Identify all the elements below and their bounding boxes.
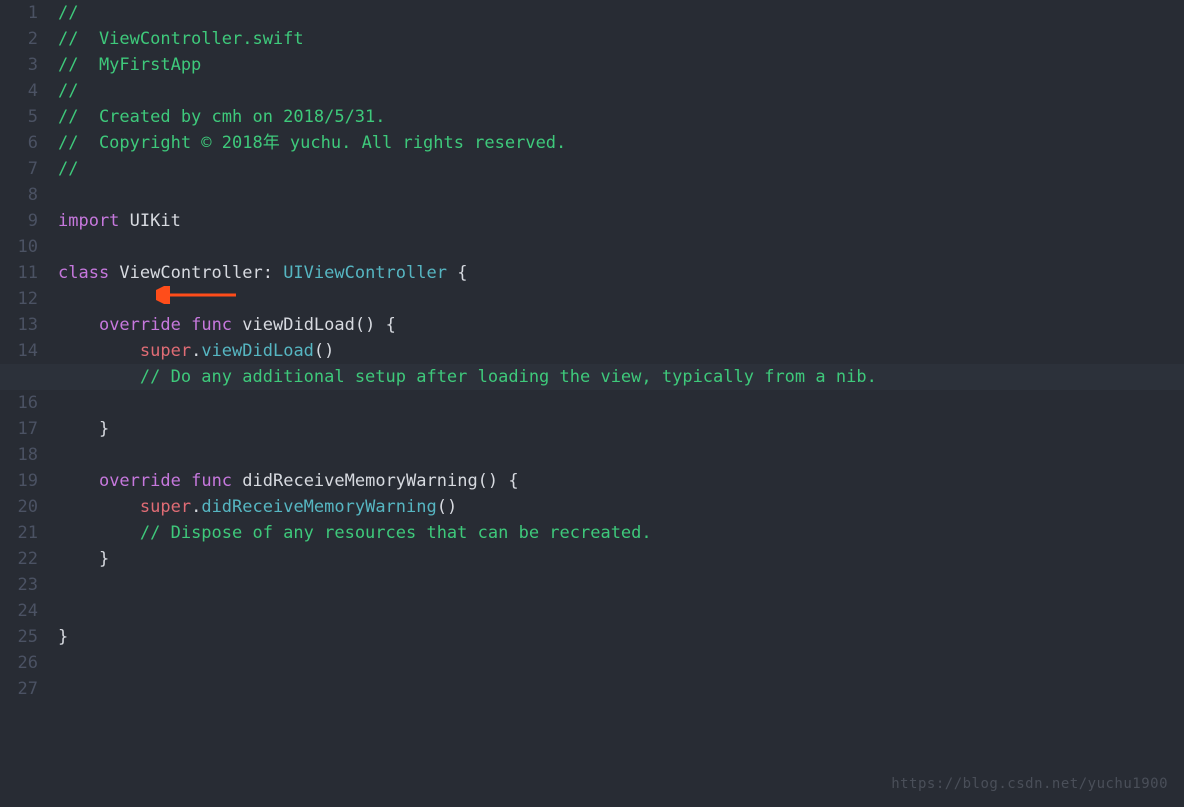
code-line[interactable] [48,286,1184,312]
code-token: } [58,419,109,439]
code-token [58,315,99,335]
line-number: 2 [0,26,38,52]
code-line[interactable] [48,572,1184,598]
code-token: } [58,549,109,569]
code-line[interactable]: } [48,416,1184,442]
code-token: viewDidLoad [201,341,314,361]
code-line[interactable]: super.didReceiveMemoryWarning() [48,494,1184,520]
line-number: 19 [0,468,38,494]
code-token: { [447,263,467,283]
line-number: 20 [0,494,38,520]
code-token: UIKit [119,211,180,231]
line-number: 4 [0,78,38,104]
code-token [58,367,140,387]
line-number: 7 [0,156,38,182]
watermark-text: https://blog.csdn.net/yuchu1900 [891,771,1168,797]
code-token: super [140,497,191,517]
code-token: viewDidLoad() { [232,315,396,335]
code-token: . [191,497,201,517]
code-line[interactable]: // [48,156,1184,182]
code-token [181,315,191,335]
code-token: // MyFirstApp [58,55,201,75]
line-number: 16 [0,390,38,416]
line-number: 9 [0,208,38,234]
line-number: 25 [0,624,38,650]
code-line[interactable] [48,650,1184,676]
line-number: 12 [0,286,38,312]
code-token: // [58,81,78,101]
code-token: // [58,159,78,179]
code-token: // [58,3,78,23]
code-line[interactable]: override func viewDidLoad() { [48,312,1184,338]
code-token: // Copyright © 2018年 yuchu. All rights r… [58,133,566,153]
code-line[interactable]: // [48,0,1184,26]
code-line[interactable] [48,234,1184,260]
code-token: didReceiveMemoryWarning [201,497,436,517]
line-number: 10 [0,234,38,260]
code-token [58,471,99,491]
code-area[interactable]: // // ViewController.swift // MyFirstApp //… [48,0,1184,807]
line-number: 18 [0,442,38,468]
code-token: func [191,315,232,335]
code-token: () [437,497,457,517]
code-token: // Created by cmh on 2018/5/31. [58,107,386,127]
code-token [181,471,191,491]
line-number: 27 [0,676,38,702]
line-number: 21 [0,520,38,546]
line-number: 24 [0,598,38,624]
line-number: 14 [0,338,38,364]
code-editor[interactable]: 1234567891011121314151617181920212223242… [0,0,1184,807]
line-number: 13 [0,312,38,338]
code-token: class [58,263,109,283]
line-number: 26 [0,650,38,676]
code-line[interactable]: } [48,624,1184,650]
code-token [58,497,140,517]
line-number: 6 [0,130,38,156]
code-line[interactable] [48,598,1184,624]
code-token: override [99,315,181,335]
code-token: UIViewController [283,263,447,283]
code-line[interactable]: // Dispose of any resources that can be … [48,520,1184,546]
code-line[interactable]: class ViewController: UIViewController { [48,260,1184,286]
line-number: 3 [0,52,38,78]
code-token: super [140,341,191,361]
code-line[interactable]: super.viewDidLoad() [48,338,1184,364]
code-token: // Do any additional setup after loading… [140,367,877,387]
code-line[interactable]: // ViewController.swift [48,26,1184,52]
line-number-gutter: 1234567891011121314151617181920212223242… [0,0,48,807]
code-token: () [314,341,334,361]
code-line[interactable]: import UIKit [48,208,1184,234]
code-line[interactable]: // Copyright © 2018年 yuchu. All rights r… [48,130,1184,156]
line-number: 23 [0,572,38,598]
line-number: 8 [0,182,38,208]
code-token: override [99,471,181,491]
code-token: func [191,471,232,491]
code-line[interactable] [48,390,1184,416]
code-line[interactable]: } [48,546,1184,572]
code-line[interactable]: override func didReceiveMemoryWarning() … [48,468,1184,494]
line-number: 17 [0,416,38,442]
code-line[interactable]: // Do any additional setup after loading… [48,364,1184,390]
code-token: didReceiveMemoryWarning() { [232,471,519,491]
line-number: 5 [0,104,38,130]
code-token: // ViewController.swift [58,29,304,49]
line-number: 11 [0,260,38,286]
code-line[interactable]: // [48,78,1184,104]
code-line[interactable]: // MyFirstApp [48,52,1184,78]
code-token: ViewController: [109,263,283,283]
code-line[interactable]: // Created by cmh on 2018/5/31. [48,104,1184,130]
code-token: import [58,211,119,231]
code-token: . [191,341,201,361]
code-token [58,523,140,543]
code-token: // Dispose of any resources that can be … [140,523,652,543]
code-token: } [58,627,68,647]
line-number: 22 [0,546,38,572]
code-line[interactable] [48,442,1184,468]
line-number: 1 [0,0,38,26]
code-line[interactable] [48,182,1184,208]
code-token [58,341,140,361]
code-line[interactable] [48,676,1184,702]
